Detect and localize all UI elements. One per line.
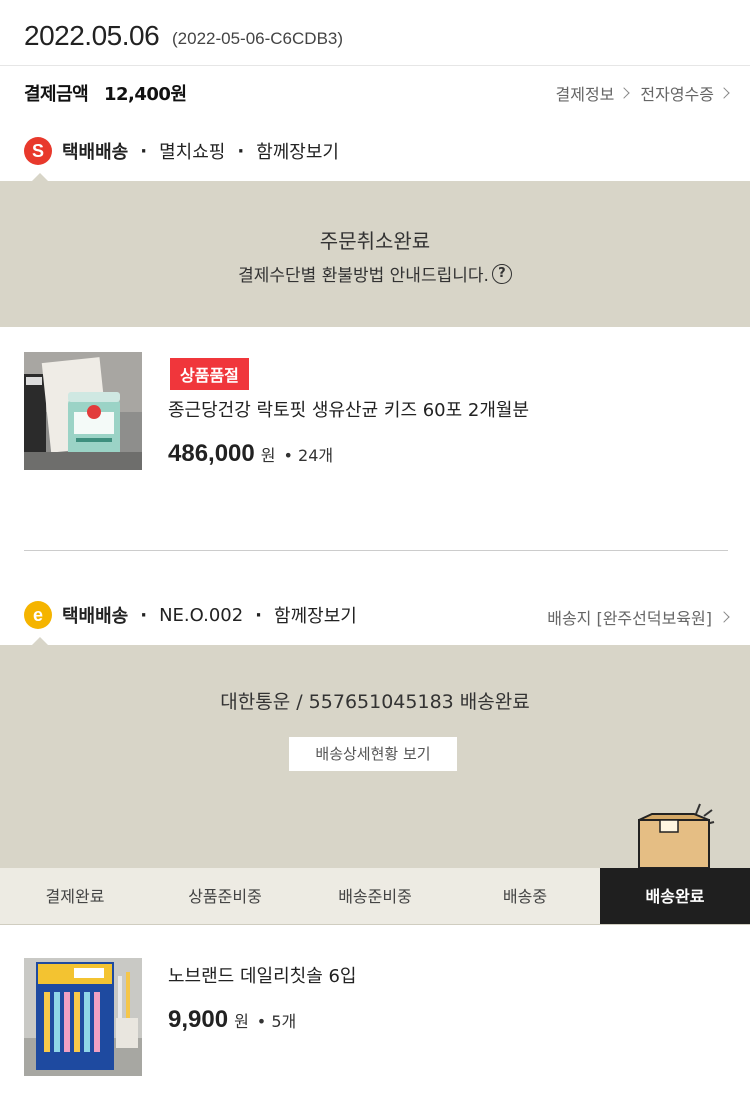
payment-amount: 12,400원 <box>104 84 187 105</box>
product-item[interactable]: 상품품절 종근당건강 락토핏 생유산균 키즈 60포 2개월분 486,000 … <box>0 352 750 512</box>
chevron-right-icon <box>718 611 730 623</box>
shipment-header-2: e 택배배송 · NE.O.002 · 함께장보기 배송지 [완주선덕보육원] <box>0 596 750 636</box>
product-quantity: • 24개 <box>283 446 334 465</box>
shipment-info: 택배배송 · 멸치쇼핑 · 함께장보기 <box>62 138 339 164</box>
order-status-panel: 주문취소완료 결제수단별 환불방법 안내드립니다. ? <box>0 173 750 327</box>
separator-dot: · <box>140 604 148 626</box>
step-preparing-shipment: 배송준비중 <box>338 887 412 906</box>
delivery-progress-steps: 결제완료 상품준비중 배송준비중 배송중 배송완료 <box>0 868 750 925</box>
order-date: 2022.05.06 <box>24 20 160 51</box>
tracking-status: 대한통운 / 557651045183 배송완료 <box>220 691 530 713</box>
step-payment-complete: 결제완료 <box>45 887 105 906</box>
step-in-transit: 배송중 <box>502 887 548 906</box>
payment-info-link[interactable]: 결제정보 <box>556 81 615 105</box>
delivery-box-icon <box>636 800 716 870</box>
price-currency: 원 <box>260 446 276 465</box>
product-price: 486,000 원 • 24개 <box>168 440 333 468</box>
together-shopping[interactable]: 함께장보기 <box>274 602 357 628</box>
destination-link[interactable]: 배송지 [완주선덕보육원] <box>547 605 730 629</box>
soldout-badge: 상품품절 <box>170 358 249 390</box>
shipping-method: 택배배송 <box>62 606 129 627</box>
refund-guide-text: 결제수단별 환불방법 안내드립니다. <box>238 266 489 286</box>
product-quantity: • 5개 <box>256 1012 297 1031</box>
product-name[interactable]: 종근당건강 락토핏 생유산균 키즈 60포 2개월분 <box>168 396 529 422</box>
price-value: 486,000 <box>168 440 255 467</box>
product-item[interactable]: 노브랜드 데일리칫솔 6입 9,900 원 • 5개 <box>0 958 750 1088</box>
price-value: 9,900 <box>168 1006 229 1033</box>
delivery-detail-button[interactable]: 배송상세현황 보기 <box>289 737 457 771</box>
seller-badge-icon: e <box>24 601 52 629</box>
panel-notch <box>32 173 48 181</box>
destination-text: 배송지 [완주선덕보육원] <box>547 609 712 628</box>
separator-dot: · <box>237 140 245 162</box>
product-image[interactable] <box>24 958 142 1076</box>
chevron-right-icon <box>618 87 631 99</box>
product-image[interactable] <box>24 352 142 470</box>
receipt-link[interactable]: 전자영수증 <box>640 81 714 105</box>
panel-notch <box>32 637 48 645</box>
shipment-header-1: S 택배배송 · 멸치쇼핑 · 함께장보기 <box>0 132 750 172</box>
help-icon[interactable]: ? <box>491 263 512 284</box>
step-preparing-product: 상품준비중 <box>188 887 262 906</box>
product-price: 9,900 원 • 5개 <box>168 1006 296 1034</box>
step-delivered: 배송완료 <box>600 868 750 924</box>
price-currency: 원 <box>234 1012 249 1031</box>
payment-links: 결제정보 전자영수증 <box>556 81 730 105</box>
shipment-info: 택배배송 · NE.O.002 · 함께장보기 <box>62 602 357 628</box>
payment-row: 결제금액 12,400원 결제정보 전자영수증 <box>0 66 750 116</box>
chevron-right-icon <box>718 87 730 99</box>
order-code: (2022-05-06-C6CDB3) <box>172 29 344 48</box>
order-header: 2022.05.06 (2022-05-06-C6CDB3) <box>0 0 750 66</box>
shipping-method: 택배배송 <box>62 142 129 163</box>
payment-label: 결제금액 <box>24 84 89 105</box>
seller-name[interactable]: NE.O.002 <box>159 605 243 626</box>
product-name[interactable]: 노브랜드 데일리칫솔 6입 <box>168 962 357 988</box>
status-title: 주문취소완료 <box>319 229 431 253</box>
seller-badge-icon: S <box>24 137 52 165</box>
refund-guide[interactable]: 결제수단별 환불방법 안내드립니다. ? <box>0 261 750 286</box>
seller-name[interactable]: 멸치쇼핑 <box>159 138 225 164</box>
divider <box>24 550 728 551</box>
separator-dot: · <box>255 604 263 626</box>
separator-dot: · <box>140 140 148 162</box>
together-shopping[interactable]: 함께장보기 <box>256 138 339 164</box>
